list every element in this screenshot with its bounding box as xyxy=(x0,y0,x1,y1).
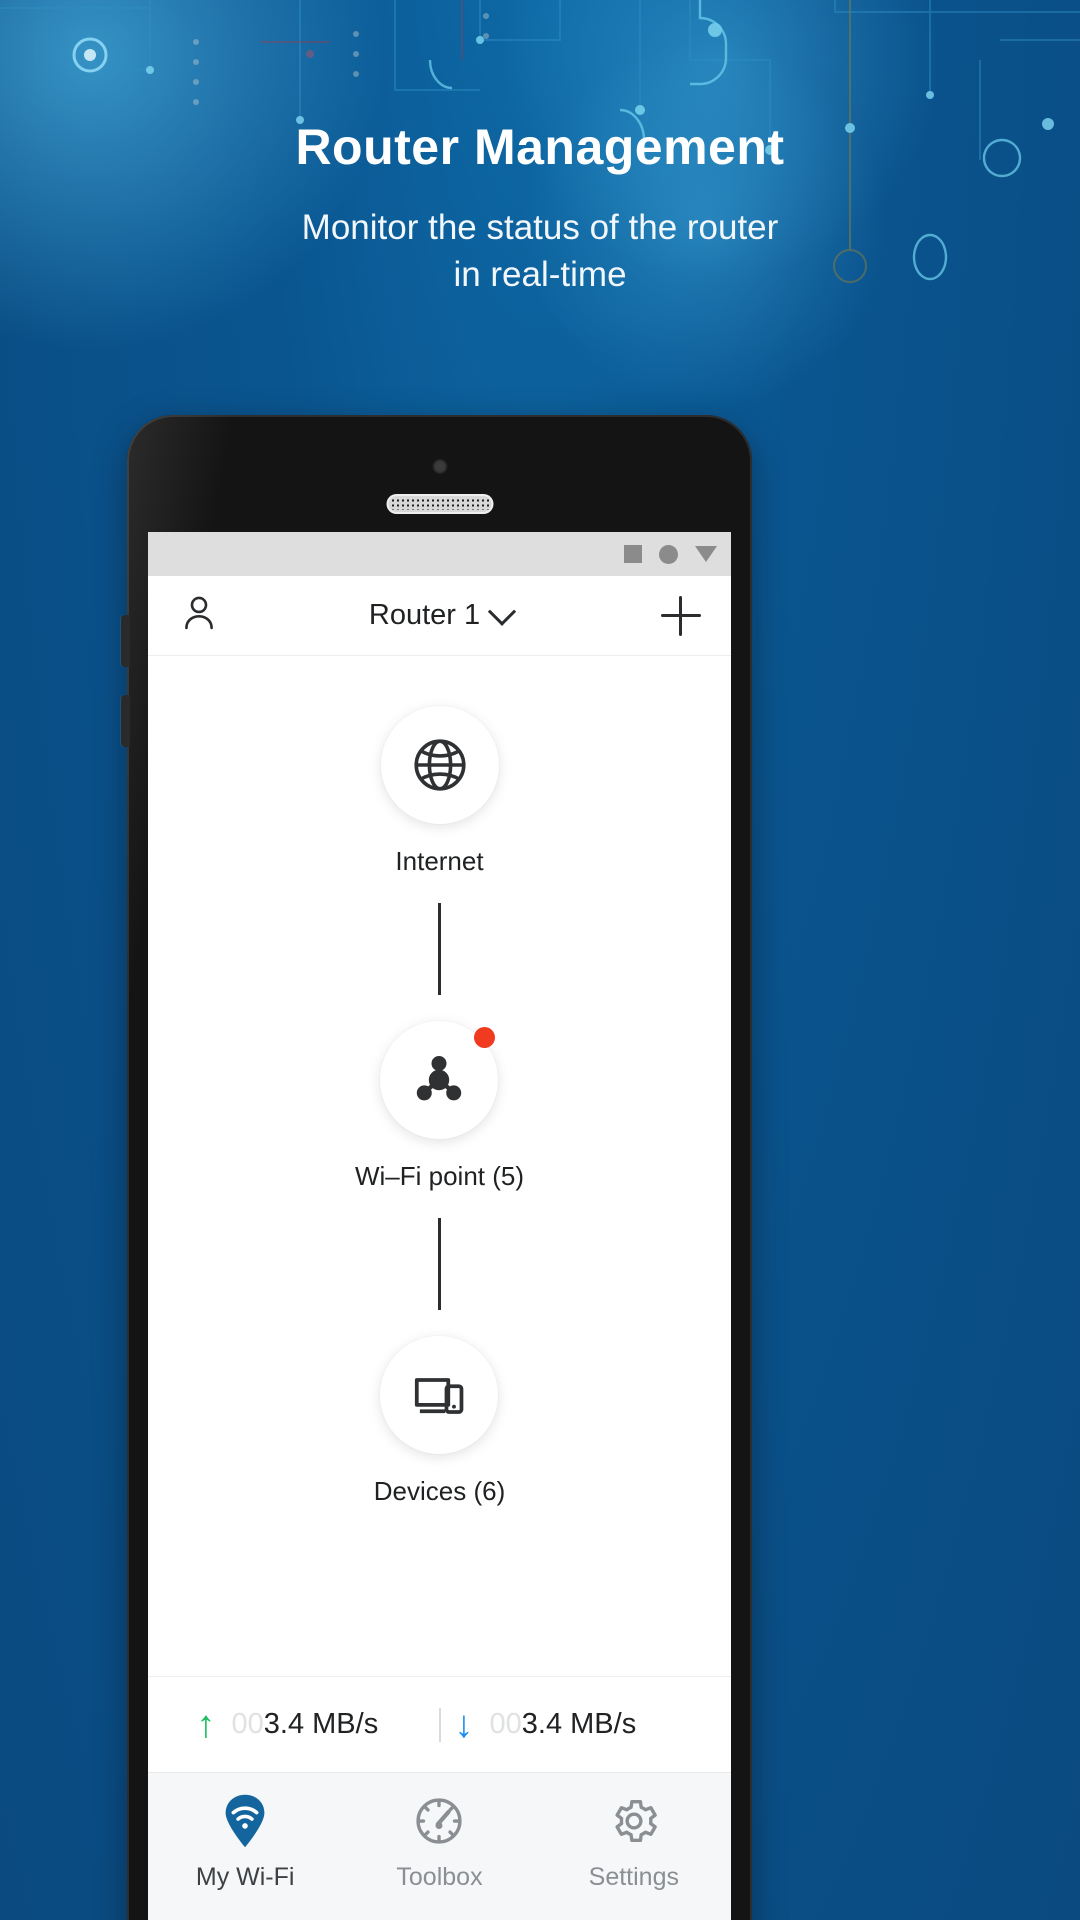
node-internet[interactable]: Internet xyxy=(380,706,499,877)
gear-icon xyxy=(607,1793,661,1849)
page-title: Router Management xyxy=(295,119,785,175)
link-internet-to-wifipoint xyxy=(438,903,441,995)
router-name: Router 1 xyxy=(368,599,481,631)
tab-my-wifi[interactable]: My Wi-Fi xyxy=(148,1773,342,1920)
tab-label: My Wi-Fi xyxy=(195,1863,295,1891)
status-bar xyxy=(148,532,731,576)
download-speed-placeholder: 00 xyxy=(489,1708,522,1740)
person-icon[interactable] xyxy=(178,592,220,639)
node-label: Internet xyxy=(395,846,484,876)
square-icon xyxy=(624,545,642,563)
tab-toolbox[interactable]: Toolbox xyxy=(342,1773,536,1920)
phone-side-button-top xyxy=(121,615,130,667)
speed-bar: ↑ 003.4 MB/s ↓ 003.4 MB/s xyxy=(148,1676,731,1772)
tab-label: Settings xyxy=(588,1863,679,1891)
node-label: Wi–Fi point (5) xyxy=(354,1161,525,1191)
tab-label: Toolbox xyxy=(396,1863,483,1891)
front-camera-icon xyxy=(432,459,447,474)
page-subtitle: Monitor the status of the router in real… xyxy=(0,205,1080,299)
status-badge xyxy=(474,1027,496,1048)
download-speed-number: 3.4 MB/s xyxy=(521,1708,637,1740)
node-wifi-point[interactable]: Wi–Fi point (5) xyxy=(355,1021,524,1192)
devices-bubble xyxy=(380,1336,499,1454)
app-bar: Router 1 xyxy=(148,576,731,656)
speedometer-icon xyxy=(412,1793,466,1849)
chevron-down-icon xyxy=(487,597,517,626)
link-wifipoint-to-devices xyxy=(438,1218,441,1310)
add-button[interactable] xyxy=(660,595,701,636)
circuit-background xyxy=(0,0,1080,283)
page-subtitle-line2: in real-time xyxy=(453,254,627,294)
upload-speed-number: 3.4 MB/s xyxy=(263,1708,379,1740)
mesh-node-icon xyxy=(417,1055,462,1101)
earpiece-speaker xyxy=(388,496,491,512)
internet-bubble xyxy=(380,706,499,824)
circle-icon xyxy=(659,544,678,564)
upload-speed-placeholder: 00 xyxy=(231,1708,264,1740)
triangle-down-icon xyxy=(695,546,717,562)
download-speed-value: 003.4 MB/s xyxy=(490,1708,637,1741)
devices-icon xyxy=(415,1378,464,1414)
globe-icon xyxy=(413,739,466,791)
phone-mockup: Router 1 Internet Wi–Fi point (5) Device… xyxy=(121,415,752,1920)
node-label: Devices (6) xyxy=(373,1476,506,1506)
wifi-pin-icon xyxy=(219,1793,271,1849)
page-subtitle-line1: Monitor the status of the router xyxy=(301,208,779,247)
upload-speed: ↑ 003.4 MB/s xyxy=(197,1706,425,1744)
router-selector[interactable]: Router 1 xyxy=(368,597,517,632)
tab-settings[interactable]: Settings xyxy=(537,1773,731,1920)
phone-screen: Router 1 Internet Wi–Fi point (5) Device… xyxy=(148,532,731,1920)
phone-side-button-bottom xyxy=(121,695,130,747)
network-diagram: Internet Wi–Fi point (5) Devices (6) xyxy=(148,656,731,1676)
download-speed: ↓ 003.4 MB/s xyxy=(455,1706,683,1744)
upload-speed-value: 003.4 MB/s xyxy=(232,1708,379,1741)
arrow-down-icon: ↓ xyxy=(454,1703,474,1746)
promo-stage: Router Management Monitor the status of … xyxy=(0,0,1080,1920)
node-devices[interactable]: Devices (6) xyxy=(374,1336,505,1507)
wifi-point-bubble xyxy=(380,1021,499,1139)
status-bar-icons xyxy=(624,532,717,576)
speed-divider xyxy=(438,1707,441,1742)
bottom-tab-bar: My Wi-Fi Toolbox Settings xyxy=(148,1772,731,1920)
arrow-up-icon: ↑ xyxy=(196,1703,216,1746)
